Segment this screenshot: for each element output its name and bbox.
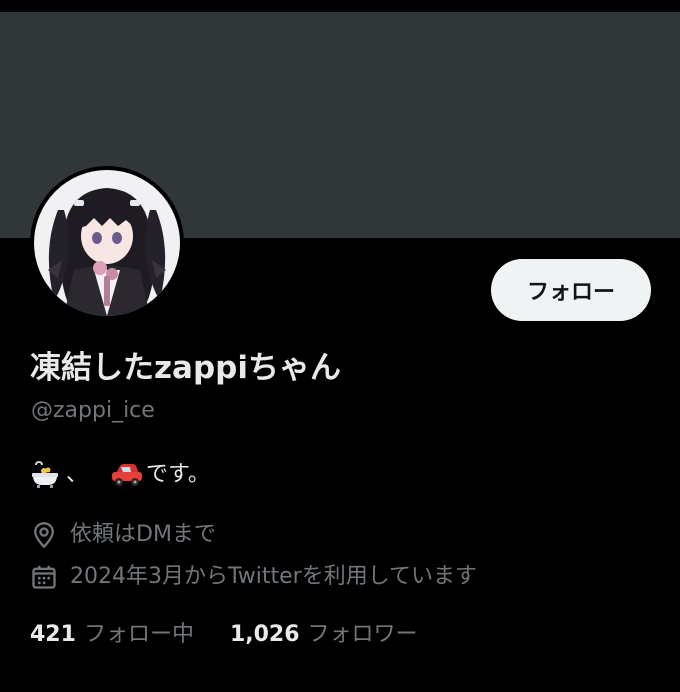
joined-text: 2024年3月からTwitterを利用しています (70, 564, 478, 589)
car-icon (110, 463, 144, 487)
followers-count: 1,026 (229, 622, 300, 647)
bio: 、 です。 (30, 459, 210, 491)
followers-label: フォロワー (307, 622, 418, 647)
following-link[interactable]: 421 フォロー中 (30, 619, 194, 651)
follow-button[interactable]: フォロー (491, 259, 651, 321)
following-count: 421 (30, 622, 76, 647)
location-row: 依頼はDMまで (30, 519, 216, 551)
avatar-image (34, 170, 180, 316)
calendar-icon (30, 563, 58, 591)
display-name: 凍結したzappiちゃん (30, 350, 341, 386)
user-handle: @zappi_ice (31, 398, 155, 423)
top-strip (0, 0, 680, 12)
bathtub-icon (30, 461, 60, 489)
profile-stats: 421 フォロー中 1,026 フォロワー (30, 619, 418, 651)
location-text: 依頼はDMまで (70, 522, 216, 547)
following-label: フォロー中 (83, 622, 194, 647)
location-pin-icon (30, 521, 58, 549)
avatar[interactable] (30, 166, 184, 320)
bio-separator: 、 (66, 462, 89, 487)
joined-row: 2024年3月からTwitterを利用しています (30, 561, 477, 593)
bio-text: です。 (146, 462, 210, 487)
followers-link[interactable]: 1,026 フォロワー (230, 619, 418, 651)
